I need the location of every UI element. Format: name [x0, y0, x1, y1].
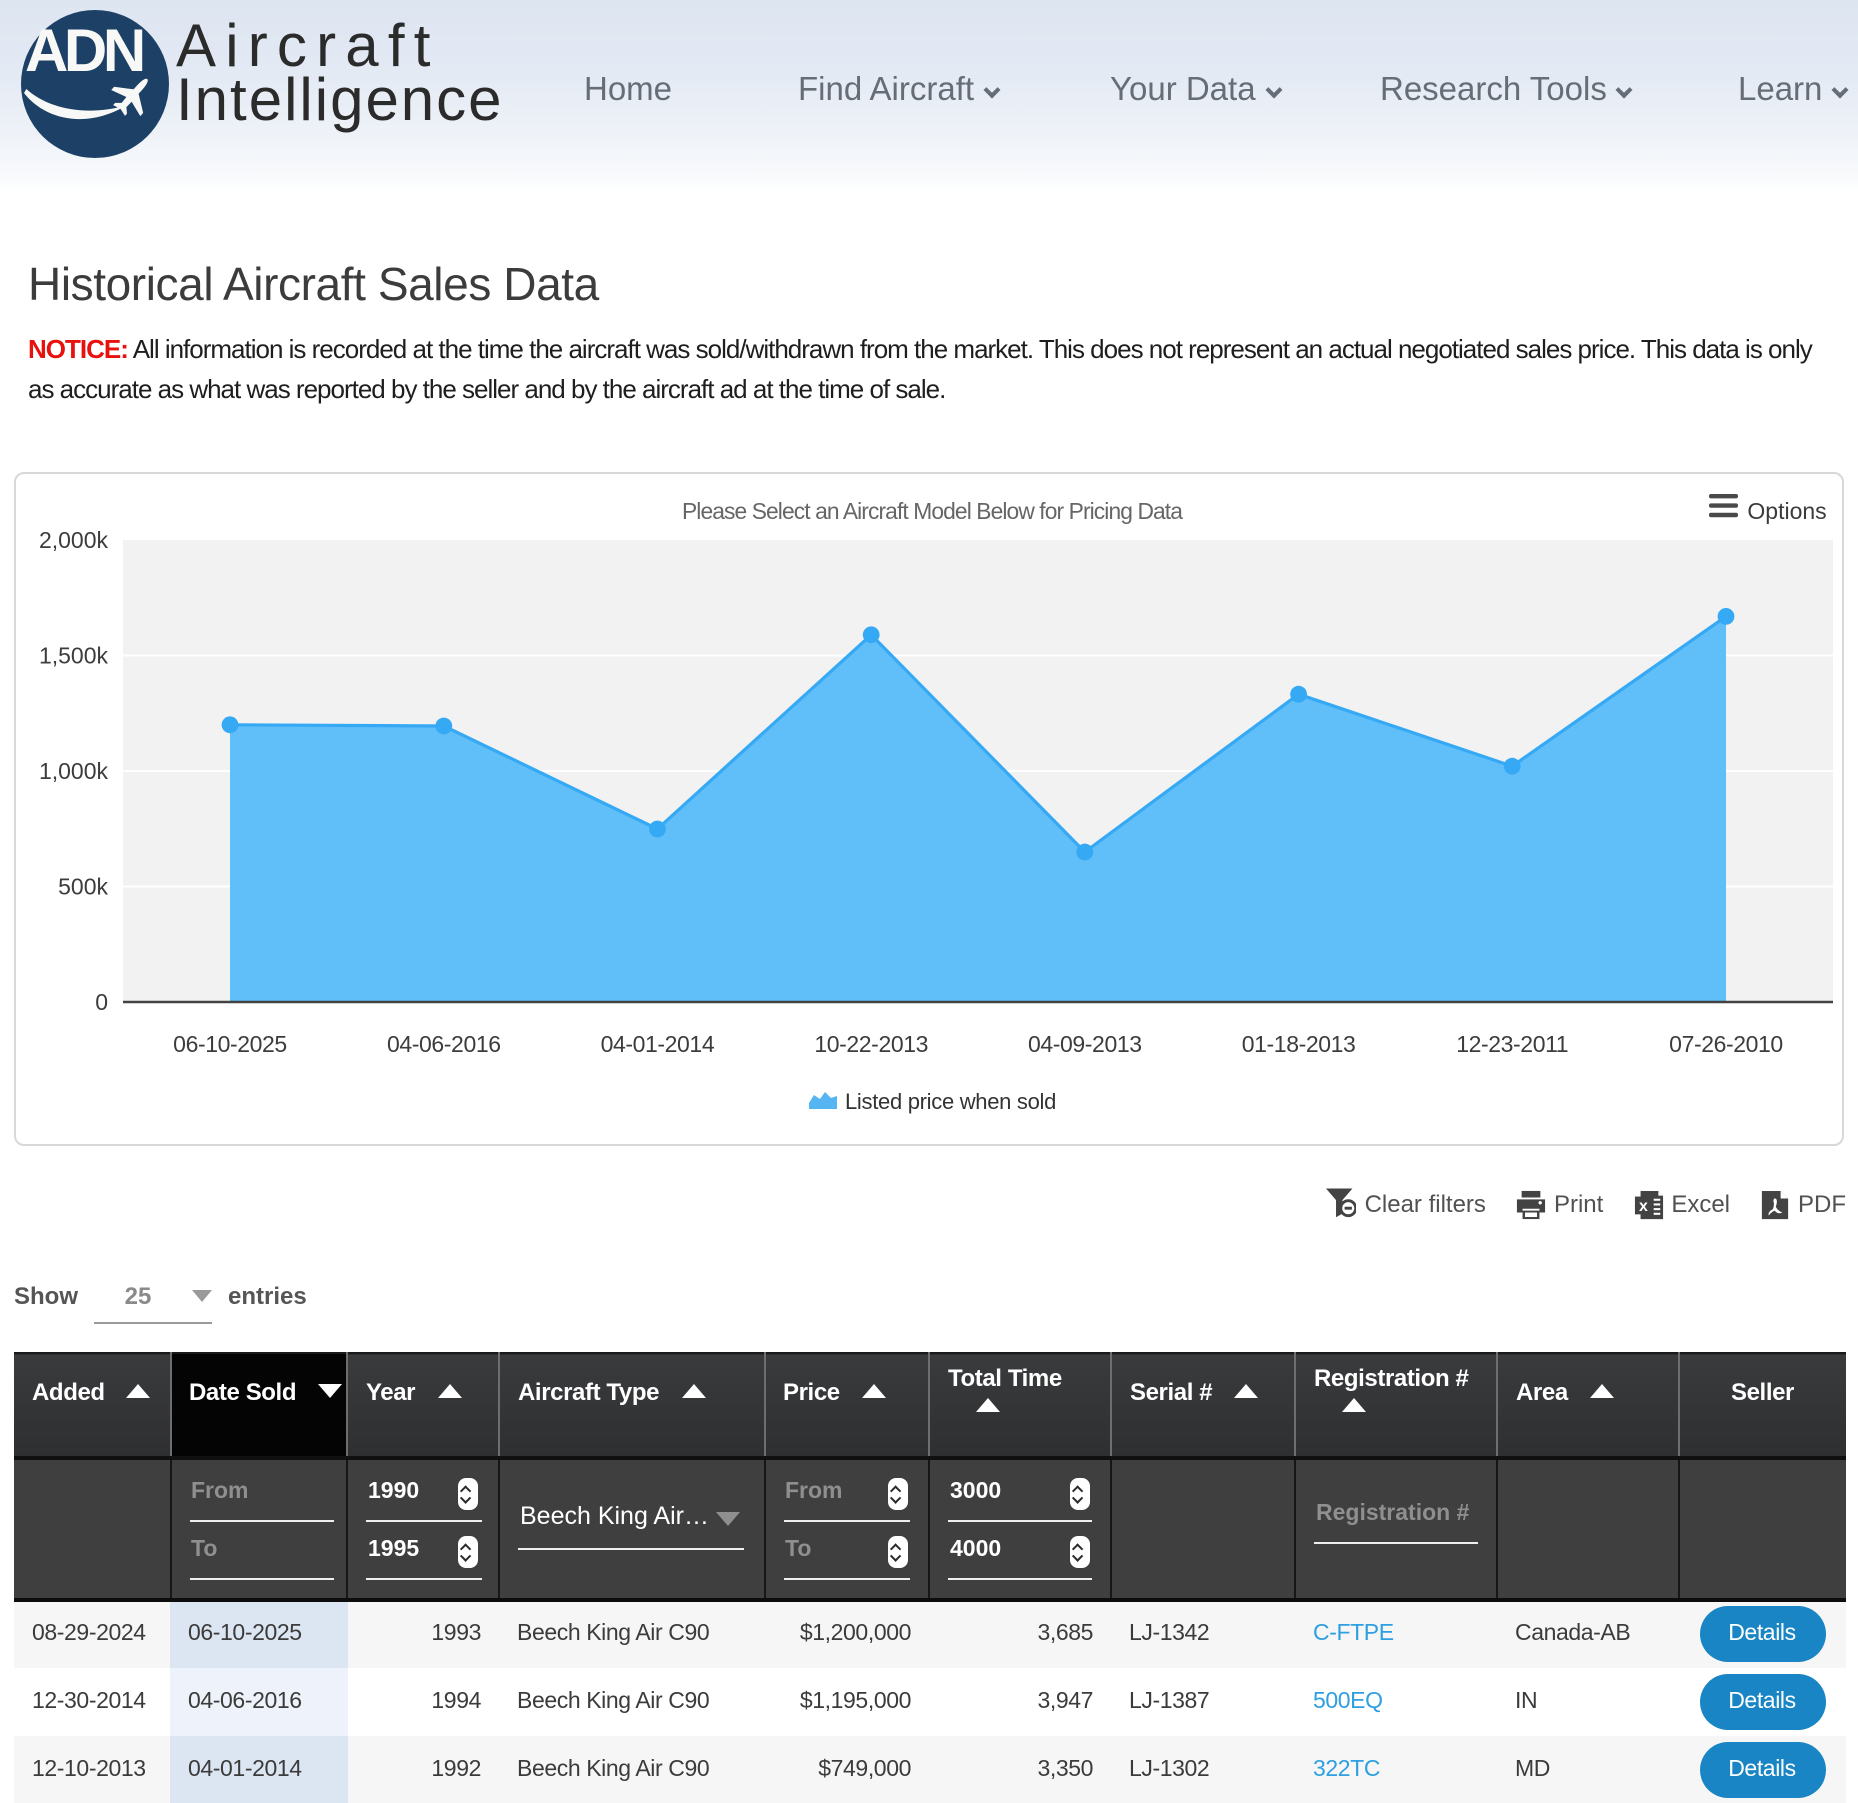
svg-text:Listed price when sold: Listed price when sold	[845, 1089, 1056, 1114]
svg-text:04-01-2014: 04-01-2014	[601, 1031, 715, 1057]
svg-text:04-06-2016: 04-06-2016	[387, 1031, 501, 1057]
svg-text:06-10-2025: 06-10-2025	[173, 1031, 287, 1057]
svg-text:Options: Options	[1747, 498, 1826, 524]
svg-text:1,000k: 1,000k	[39, 758, 109, 784]
svg-text:12-23-2011: 12-23-2011	[1456, 1031, 1568, 1057]
svg-text:1,500k: 1,500k	[39, 643, 109, 669]
svg-text:500k: 500k	[58, 874, 108, 900]
svg-text:x: x	[1638, 1197, 1647, 1214]
svg-text:10-22-2013: 10-22-2013	[814, 1031, 928, 1057]
svg-text:ADN: ADN	[25, 17, 143, 84]
svg-text:0: 0	[95, 989, 108, 1015]
svg-text:01-18-2013: 01-18-2013	[1242, 1031, 1356, 1057]
svg-text:Please Select an Aircraft Mode: Please Select an Aircraft Model Below fo…	[682, 498, 1183, 524]
svg-text:2,000k: 2,000k	[39, 527, 109, 553]
svg-text:04-09-2013: 04-09-2013	[1028, 1031, 1142, 1057]
svg-text:07-26-2010: 07-26-2010	[1669, 1031, 1783, 1057]
